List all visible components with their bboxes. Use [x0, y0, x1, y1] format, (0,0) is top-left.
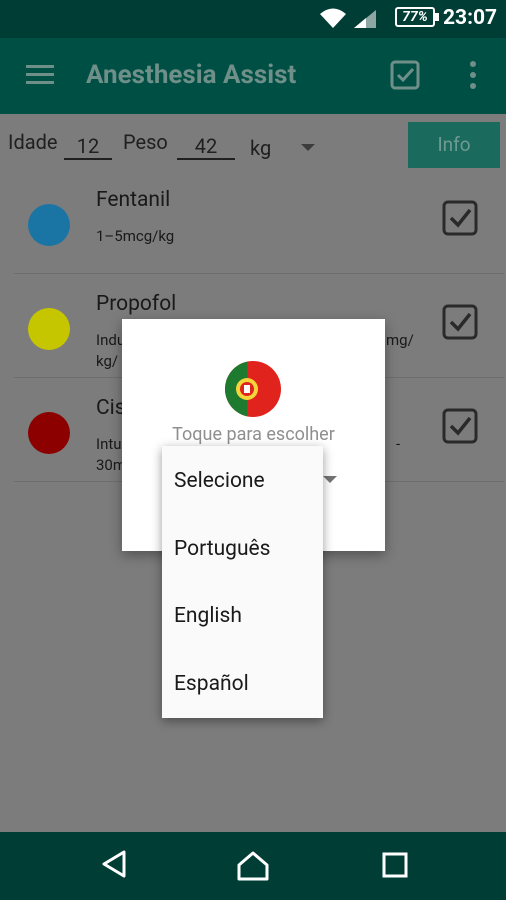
language-dropdown-arrow-icon[interactable]: [323, 476, 337, 483]
recents-icon[interactable]: [382, 852, 408, 878]
language-option-selecione[interactable]: Selecione: [174, 469, 265, 493]
age-label: Idade: [8, 130, 58, 154]
more-vert-icon[interactable]: [468, 60, 478, 90]
battery-indicator: 77%: [395, 7, 439, 27]
drug-name: Propofol: [96, 292, 177, 316]
drug-color-dot: [28, 308, 70, 350]
portugal-flag-icon: [225, 361, 281, 417]
weight-field[interactable]: 42: [177, 134, 235, 160]
menu-icon[interactable]: [26, 64, 54, 86]
drug-dose-line1: Intu: [96, 435, 122, 453]
app-title: Anesthesia Assist: [86, 60, 297, 90]
drug-dose: 1–5mcg/kg: [96, 227, 175, 245]
home-icon[interactable]: [236, 850, 270, 882]
unit-dropdown-arrow-icon[interactable]: [301, 144, 315, 151]
drug-dose-line2: kg/: [96, 352, 119, 370]
unit-select[interactable]: kg: [250, 136, 271, 160]
drug-checkbox[interactable]: [442, 200, 478, 236]
clock: 23:07: [443, 6, 498, 30]
patient-inputs-row: Idade 12 Peso 42 kg Info: [0, 114, 506, 170]
language-option-english[interactable]: English: [174, 604, 242, 628]
choose-language-hint: Toque para escolher: [172, 424, 335, 445]
back-icon[interactable]: [100, 848, 128, 880]
status-bar: 77% 23:07: [0, 0, 506, 38]
language-option-espanol[interactable]: Español: [174, 672, 249, 696]
language-option-portugues[interactable]: Português: [174, 537, 271, 561]
navigation-bar: [0, 832, 506, 900]
signal-icon: [354, 10, 376, 28]
drug-color-dot: [28, 412, 70, 454]
language-dropdown-menu: Selecione Português English Español: [162, 446, 323, 718]
app-bar: Anesthesia Assist: [0, 38, 506, 114]
drug-checkbox[interactable]: [442, 408, 478, 444]
drug-checkbox[interactable]: [442, 304, 478, 340]
drug-dose-line1-right: mg/: [386, 331, 414, 349]
drug-color-dot: [28, 204, 70, 246]
drug-name: Fentanil: [96, 188, 171, 212]
wifi-icon: [320, 8, 346, 28]
drug-row-fentanil[interactable]: Fentanil 1–5mcg/kg: [14, 170, 504, 274]
drug-dose-line1-right: -: [396, 435, 401, 453]
drug-dose-line1: Indu: [96, 331, 126, 349]
age-field[interactable]: 12: [64, 134, 112, 160]
weight-label: Peso: [123, 130, 168, 154]
check-icon[interactable]: [390, 60, 420, 90]
info-button[interactable]: Info: [408, 122, 500, 168]
